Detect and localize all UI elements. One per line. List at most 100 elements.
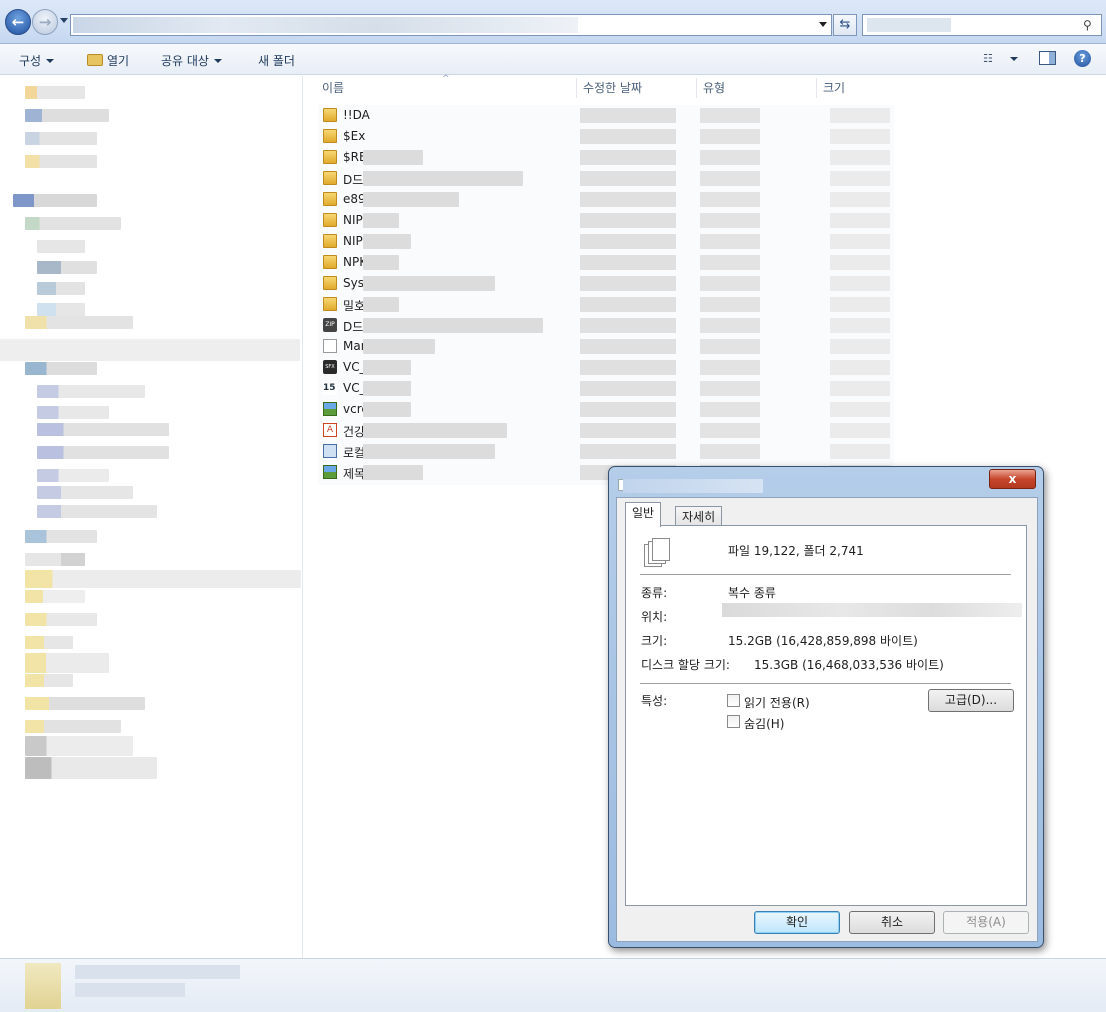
back-arrow-icon: ←: [11, 13, 25, 31]
nav-item-redacted[interactable]: [37, 261, 97, 274]
nav-item-redacted[interactable]: [25, 132, 97, 145]
organize-menu[interactable]: 구성: [19, 52, 55, 69]
share-with-menu[interactable]: 공유 대상: [161, 52, 222, 69]
preview-pane-icon[interactable]: [1039, 51, 1056, 65]
tab-details[interactable]: 자세히: [675, 506, 723, 526]
file-row[interactable]: NIP: [318, 210, 894, 231]
ok-button[interactable]: 확인: [754, 911, 840, 934]
readonly-checkbox[interactable]: [727, 694, 740, 707]
folder-icon: [323, 255, 337, 269]
size-value: 15.2GB (16,428,859,898 바이트): [728, 634, 918, 648]
zip-icon: ZIP: [323, 318, 337, 332]
file-name-redacted: [363, 465, 423, 480]
hidden-checkbox[interactable]: [727, 715, 740, 728]
help-icon[interactable]: ?: [1074, 50, 1091, 67]
close-button[interactable]: x: [989, 469, 1036, 489]
history-dropdown-icon[interactable]: [60, 18, 68, 23]
navigation-pane[interactable]: [0, 76, 303, 958]
nav-item-redacted[interactable]: [25, 636, 73, 649]
file-row[interactable]: Mar: [318, 336, 894, 357]
column-header-date[interactable]: 수정한 날짜: [583, 76, 642, 100]
installer-icon: SFX: [323, 360, 337, 374]
nav-item-redacted[interactable]: [25, 674, 73, 687]
nav-item-selected-redacted[interactable]: [0, 339, 300, 361]
nav-item-redacted[interactable]: [25, 109, 109, 122]
column-divider[interactable]: [696, 78, 697, 98]
open-button[interactable]: 열기: [87, 52, 129, 69]
advanced-button[interactable]: 고급(D)...: [928, 689, 1014, 712]
column-divider[interactable]: [576, 78, 577, 98]
nav-item-redacted[interactable]: [25, 553, 85, 566]
nav-item-redacted[interactable]: [25, 570, 301, 588]
file-row[interactable]: 밀호: [318, 294, 894, 315]
file-row[interactable]: 로컬: [318, 441, 894, 462]
file-row[interactable]: Syst: [318, 273, 894, 294]
column-header-type[interactable]: 유형: [703, 76, 725, 100]
file-row[interactable]: ZIP D드: [318, 315, 894, 336]
nav-item-redacted[interactable]: [37, 406, 109, 419]
nav-item-redacted[interactable]: [37, 446, 169, 459]
readonly-label[interactable]: 읽기 전용(R): [744, 694, 810, 711]
address-path-redacted: [73, 17, 578, 33]
refresh-icon: ⇆: [839, 17, 851, 32]
nav-item-redacted[interactable]: [37, 423, 169, 436]
location-value-redacted: [722, 603, 1022, 617]
file-row[interactable]: vcre: [318, 399, 894, 420]
nav-item-redacted[interactable]: [37, 240, 85, 253]
nav-item-redacted[interactable]: [37, 282, 85, 295]
nav-item-redacted[interactable]: [25, 720, 121, 733]
nav-item-redacted[interactable]: [13, 194, 97, 207]
file-row[interactable]: 15 VC_: [318, 378, 894, 399]
file-name: 로컬: [343, 446, 366, 460]
forward-button[interactable]: →: [32, 9, 58, 35]
nav-item-redacted[interactable]: [37, 303, 85, 316]
nav-item-redacted[interactable]: [37, 486, 133, 499]
new-folder-button[interactable]: 새 폴더: [258, 52, 295, 69]
file-row[interactable]: NPK: [318, 252, 894, 273]
nav-item-redacted[interactable]: [37, 385, 145, 398]
apply-button[interactable]: 적용(A): [943, 911, 1029, 934]
nav-item-redacted[interactable]: [25, 362, 97, 375]
file-size-redacted: [830, 360, 890, 375]
search-input[interactable]: ⚲: [862, 14, 1102, 36]
file-row[interactable]: SFX VC_: [318, 357, 894, 378]
hidden-label[interactable]: 숨김(H): [744, 715, 784, 732]
file-row[interactable]: !!DA: [318, 105, 894, 126]
nav-item-redacted[interactable]: [25, 736, 133, 756]
column-header-name[interactable]: 이름: [322, 76, 344, 100]
cancel-button[interactable]: 취소: [849, 911, 935, 934]
chevron-down-icon[interactable]: [1010, 57, 1018, 61]
chevron-down-icon: [46, 59, 55, 63]
file-size-redacted: [830, 339, 890, 354]
file-row[interactable]: e89: [318, 189, 894, 210]
nav-item-redacted[interactable]: [37, 505, 157, 518]
file-row[interactable]: $RE: [318, 147, 894, 168]
nav-item-redacted[interactable]: [25, 316, 133, 329]
view-options-icon[interactable]: ☷: [983, 52, 999, 65]
properties-dialog: x 일반 자세히 파일 19,122, 폴더 2,741 종류: 복수 종류 위…: [608, 466, 1044, 948]
file-row[interactable]: $Ex: [318, 126, 894, 147]
nav-item-redacted[interactable]: [25, 613, 97, 626]
address-input[interactable]: [70, 14, 832, 36]
file-type-redacted: [700, 129, 760, 144]
file-row[interactable]: A 건강: [318, 420, 894, 441]
nav-item-redacted[interactable]: [25, 155, 97, 168]
nav-item-redacted[interactable]: [37, 469, 109, 482]
nav-item-redacted[interactable]: [25, 217, 121, 230]
chevron-down-icon[interactable]: [819, 22, 827, 27]
nav-item-redacted[interactable]: [25, 590, 85, 603]
file-row[interactable]: NIP: [318, 231, 894, 252]
nav-item-redacted[interactable]: [25, 653, 109, 673]
nav-item-redacted[interactable]: [25, 757, 157, 779]
refresh-button[interactable]: ⇆: [833, 14, 857, 36]
nav-item-redacted[interactable]: [25, 86, 85, 99]
column-divider[interactable]: [816, 78, 817, 98]
file-row[interactable]: D드: [318, 168, 894, 189]
nav-item-redacted[interactable]: [25, 697, 145, 710]
folder-icon: [323, 108, 337, 122]
tab-general[interactable]: 일반: [625, 502, 662, 527]
file-size-redacted: [830, 192, 890, 207]
column-header-size[interactable]: 크기: [823, 76, 845, 100]
back-button[interactable]: ←: [5, 9, 31, 35]
nav-item-redacted[interactable]: [25, 530, 97, 543]
